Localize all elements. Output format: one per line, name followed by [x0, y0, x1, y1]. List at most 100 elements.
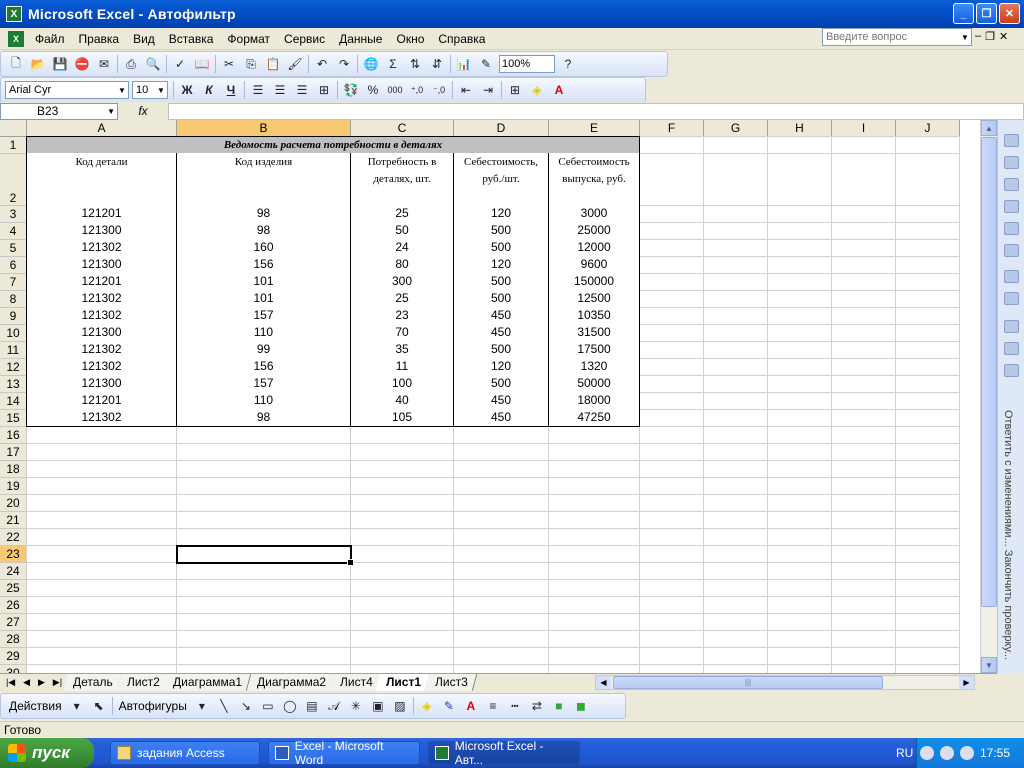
font-color-icon[interactable]: A: [548, 80, 570, 100]
table-cell[interactable]: 500: [453, 273, 549, 291]
doc-minimize-button[interactable]: ‒: [975, 30, 981, 43]
column-header-e[interactable]: E: [549, 120, 640, 137]
hyperlink-icon[interactable]: 🌐: [360, 54, 382, 74]
menu-file[interactable]: Файл: [28, 32, 72, 46]
open-icon[interactable]: 📂: [27, 54, 49, 74]
clipart-icon[interactable]: ▣: [367, 696, 389, 716]
sort-ascending-icon[interactable]: ⇅: [404, 54, 426, 74]
menu-insert[interactable]: Вставка: [162, 32, 221, 46]
table-cell[interactable]: 24: [350, 239, 454, 257]
3d-icon[interactable]: ◼: [570, 696, 592, 716]
name-box[interactable]: B23 ▼: [0, 102, 118, 120]
font-size-select[interactable]: 10 ▼: [132, 81, 168, 99]
doc-close-button[interactable]: ✕: [999, 30, 1008, 43]
next-sheet-icon[interactable]: ▶: [38, 677, 45, 688]
table-cell[interactable]: 121302: [26, 307, 177, 325]
decrease-indent-icon[interactable]: ⇤: [455, 80, 477, 100]
tray-icon[interactable]: [939, 746, 954, 760]
table-cell[interactable]: 120: [453, 205, 549, 223]
shadow-icon[interactable]: ■: [548, 696, 570, 716]
table-cell[interactable]: 12000: [548, 239, 640, 257]
task-excel[interactable]: Microsoft Excel - Авт...: [428, 739, 580, 767]
table-cell[interactable]: 121302: [26, 290, 177, 308]
sheet-tab-list2[interactable]: Лист2: [116, 674, 169, 691]
column-header-h[interactable]: H: [768, 120, 832, 137]
row-header-25[interactable]: 25: [0, 580, 27, 597]
table-cell[interactable]: 121300: [26, 222, 177, 240]
bold-button[interactable]: Ж: [176, 80, 198, 100]
menu-view[interactable]: Вид: [126, 32, 162, 46]
table-cell[interactable]: 121302: [26, 358, 177, 376]
row-header-30[interactable]: 30: [0, 665, 27, 673]
cut-icon[interactable]: ✂: [218, 54, 240, 74]
comma-style-icon[interactable]: 000: [384, 80, 406, 100]
row-header-27[interactable]: 27: [0, 614, 27, 631]
table-cell[interactable]: 9600: [548, 256, 640, 274]
table-cell[interactable]: 500: [453, 222, 549, 240]
save-icon[interactable]: 💾: [49, 54, 71, 74]
decrease-decimal-icon[interactable]: ⁻,0: [428, 80, 450, 100]
paste-icon[interactable]: 📋: [262, 54, 284, 74]
row-header-18[interactable]: 18: [0, 461, 27, 478]
print-preview-icon[interactable]: 🔍: [142, 54, 164, 74]
task-word[interactable]: Excel - Microsoft Word: [268, 739, 420, 767]
restore-button[interactable]: ❐: [976, 3, 997, 24]
merge-center-icon[interactable]: ⊞: [313, 80, 335, 100]
diagram-icon[interactable]: ✳: [345, 696, 367, 716]
table-cell[interactable]: 121201: [26, 392, 177, 410]
table-cell[interactable]: 157: [176, 307, 351, 325]
column-header-a[interactable]: A: [27, 120, 177, 137]
table-cell[interactable]: 450: [453, 307, 549, 325]
vertical-scrollbar[interactable]: ▲ ▼: [980, 120, 997, 673]
table-cell[interactable]: 101: [176, 290, 351, 308]
align-left-icon[interactable]: ☰: [247, 80, 269, 100]
table-cell[interactable]: 17500: [548, 341, 640, 359]
table-cell[interactable]: 120: [453, 358, 549, 376]
format-painter-icon[interactable]: 🖌: [284, 54, 306, 74]
column-header-f[interactable]: F: [640, 120, 704, 137]
table-cell[interactable]: 70: [350, 324, 454, 342]
row-header-12[interactable]: 12: [0, 359, 27, 376]
row-header-21[interactable]: 21: [0, 512, 27, 529]
review-icon[interactable]: [1004, 320, 1019, 333]
table-cell[interactable]: 121300: [26, 324, 177, 342]
table-cell[interactable]: 18000: [548, 392, 640, 410]
table-cell[interactable]: 99: [176, 341, 351, 359]
font-color-icon[interactable]: A: [460, 696, 482, 716]
increase-decimal-icon[interactable]: ⁺,0: [406, 80, 428, 100]
review-icon[interactable]: [1004, 134, 1019, 147]
table-cell[interactable]: 121300: [26, 375, 177, 393]
last-sheet-icon[interactable]: ▶|: [53, 677, 62, 688]
table-cell[interactable]: 500: [453, 341, 549, 359]
autosum-icon[interactable]: Σ: [382, 54, 404, 74]
fill-color-icon[interactable]: ◈: [416, 696, 438, 716]
scroll-right-icon[interactable]: ▶: [959, 676, 974, 689]
sheet-tab-list3[interactable]: Лист3: [425, 674, 478, 691]
rectangle-icon[interactable]: ▭: [257, 696, 279, 716]
copy-icon[interactable]: ⎘: [240, 54, 262, 74]
review-icon[interactable]: [1004, 342, 1019, 355]
row-header-20[interactable]: 20: [0, 495, 27, 512]
table-cell[interactable]: 3000: [548, 205, 640, 223]
line-color-icon[interactable]: ✎: [438, 696, 460, 716]
review-icon[interactable]: [1004, 222, 1019, 235]
row-header-23[interactable]: 23: [0, 546, 27, 563]
table-cell[interactable]: 450: [453, 392, 549, 410]
row-header-7[interactable]: 7: [0, 274, 27, 291]
table-cell[interactable]: 156: [176, 358, 351, 376]
table-cell[interactable]: 23: [350, 307, 454, 325]
row-header-22[interactable]: 22: [0, 529, 27, 546]
scroll-left-icon[interactable]: ◀: [596, 676, 611, 689]
row-header-1[interactable]: 1: [0, 137, 27, 154]
row-header-2[interactable]: 2: [0, 154, 27, 206]
italic-button[interactable]: К: [198, 80, 220, 100]
row-header-26[interactable]: 26: [0, 597, 27, 614]
column-header-d[interactable]: D: [454, 120, 549, 137]
row-header-13[interactable]: 13: [0, 376, 27, 393]
chevron-down-icon[interactable]: ▾: [66, 696, 88, 716]
table-cell[interactable]: 25: [350, 290, 454, 308]
dash-style-icon[interactable]: ┅: [504, 696, 526, 716]
row-header-17[interactable]: 17: [0, 444, 27, 461]
review-icon[interactable]: [1004, 178, 1019, 191]
table-cell[interactable]: 105: [350, 409, 454, 427]
